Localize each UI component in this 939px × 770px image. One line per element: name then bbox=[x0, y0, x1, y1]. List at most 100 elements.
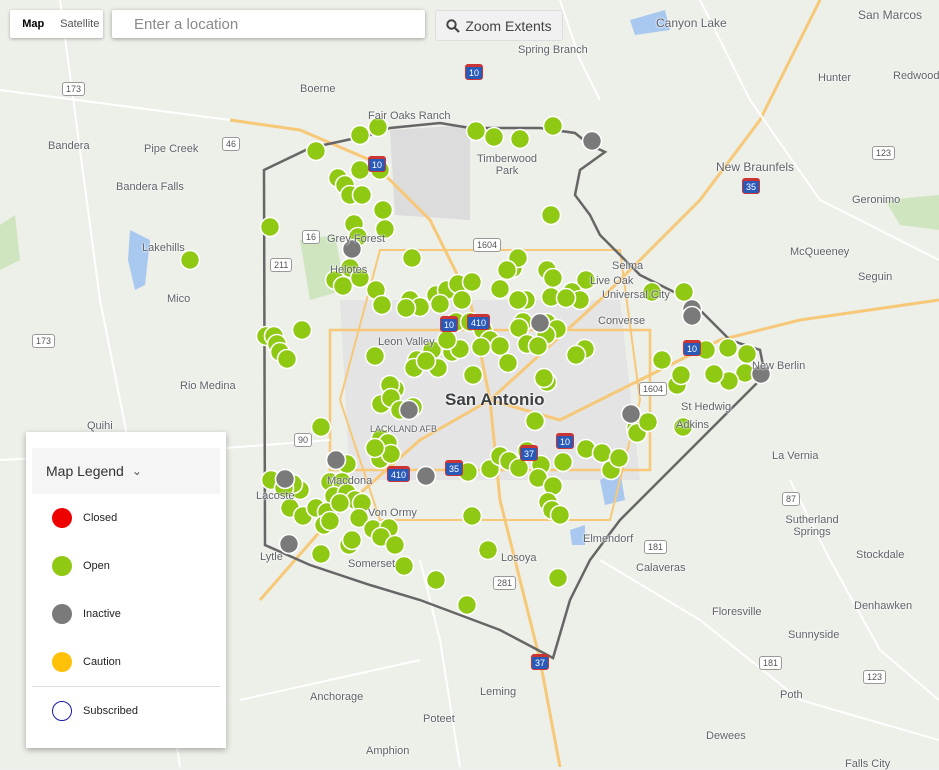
label-lakehills: Lakehills bbox=[142, 242, 185, 254]
open-site-marker[interactable] bbox=[527, 335, 549, 357]
interstate-shield-icon: 10 bbox=[683, 340, 702, 356]
label-canyon-lake: Canyon Lake bbox=[656, 16, 727, 30]
open-site-marker[interactable] bbox=[540, 204, 562, 226]
open-site-marker[interactable] bbox=[351, 184, 373, 206]
open-site-marker[interactable] bbox=[349, 124, 371, 146]
open-site-marker[interactable] bbox=[608, 447, 630, 469]
open-site-marker[interactable] bbox=[461, 505, 483, 527]
open-site-marker[interactable] bbox=[552, 451, 574, 473]
route-shield-icon: 173 bbox=[32, 334, 56, 348]
open-site-marker[interactable] bbox=[533, 367, 555, 389]
open-site-marker[interactable] bbox=[372, 199, 394, 221]
open-site-marker[interactable] bbox=[497, 352, 519, 374]
legend-item-inactive: Inactive bbox=[52, 604, 121, 624]
inactive-site-marker[interactable] bbox=[415, 465, 437, 487]
open-site-marker[interactable] bbox=[349, 159, 371, 181]
open-site-marker[interactable] bbox=[483, 126, 505, 148]
open-site-marker[interactable] bbox=[565, 344, 587, 366]
open-site-marker[interactable] bbox=[329, 492, 351, 514]
open-site-marker[interactable] bbox=[549, 504, 571, 526]
label-san-marcos: San Marcos bbox=[858, 8, 923, 22]
open-site-marker[interactable] bbox=[393, 555, 415, 577]
open-site-marker[interactable] bbox=[477, 539, 499, 561]
open-site-marker[interactable] bbox=[489, 335, 511, 357]
open-site-marker[interactable] bbox=[395, 297, 417, 319]
open-site-marker[interactable] bbox=[319, 510, 341, 532]
label-leming: Leming bbox=[480, 686, 517, 698]
open-site-marker[interactable] bbox=[489, 278, 511, 300]
open-site-marker[interactable] bbox=[542, 115, 564, 137]
location-search-input[interactable] bbox=[132, 14, 405, 34]
open-site-marker[interactable] bbox=[451, 289, 473, 311]
open-site-marker[interactable] bbox=[384, 534, 406, 556]
open-site-marker[interactable] bbox=[429, 293, 451, 315]
legend-item-label: Closed bbox=[83, 512, 118, 524]
open-site-marker[interactable] bbox=[524, 410, 546, 432]
route-shield-icon: 173 bbox=[62, 82, 86, 96]
label-amphion: Amphion bbox=[366, 745, 410, 757]
interstate-shield-icon: 10 bbox=[465, 64, 484, 80]
open-site-marker[interactable] bbox=[461, 271, 483, 293]
open-marker-icon bbox=[52, 556, 72, 576]
open-site-marker[interactable] bbox=[371, 294, 393, 316]
open-site-marker[interactable] bbox=[470, 336, 492, 358]
open-site-marker[interactable] bbox=[507, 289, 529, 311]
open-site-marker[interactable] bbox=[305, 140, 327, 162]
route-shield-icon: 1604 bbox=[473, 238, 502, 252]
open-site-marker[interactable] bbox=[462, 364, 484, 386]
open-site-marker[interactable] bbox=[415, 350, 437, 372]
open-site-marker[interactable] bbox=[542, 267, 564, 289]
open-site-marker[interactable] bbox=[456, 594, 478, 616]
open-site-marker[interactable] bbox=[547, 567, 569, 589]
label-lackland-afb: LACKLAND AFB bbox=[370, 424, 438, 434]
open-site-marker[interactable] bbox=[717, 337, 739, 359]
legend-item-open: Open bbox=[52, 556, 110, 576]
open-site-marker[interactable] bbox=[291, 319, 313, 341]
open-site-marker[interactable] bbox=[364, 345, 386, 367]
open-site-marker[interactable] bbox=[508, 457, 530, 479]
open-site-marker[interactable] bbox=[651, 349, 673, 371]
open-site-marker[interactable] bbox=[341, 529, 363, 551]
open-site-marker[interactable] bbox=[670, 364, 692, 386]
open-site-marker[interactable] bbox=[276, 348, 298, 370]
label-anchorage: Anchorage bbox=[310, 691, 364, 703]
route-shield-icon: 123 bbox=[863, 670, 887, 684]
zoom-extents-button[interactable]: Zoom Extents bbox=[435, 10, 563, 41]
map-type-map-button[interactable]: Map bbox=[10, 10, 57, 38]
label-poteet: Poteet bbox=[423, 713, 455, 725]
inactive-site-marker[interactable] bbox=[681, 305, 703, 327]
open-site-marker[interactable] bbox=[465, 120, 487, 142]
map-type-satellite-button[interactable]: Satellite bbox=[57, 10, 104, 38]
open-site-marker[interactable] bbox=[364, 437, 386, 459]
open-site-marker[interactable] bbox=[425, 569, 447, 591]
open-site-marker[interactable] bbox=[436, 329, 458, 351]
open-site-marker[interactable] bbox=[496, 259, 518, 281]
open-site-marker[interactable] bbox=[591, 442, 613, 464]
open-site-marker[interactable] bbox=[310, 543, 332, 565]
open-site-marker[interactable] bbox=[332, 275, 354, 297]
inactive-site-marker[interactable] bbox=[274, 468, 296, 490]
label-sutherland-springs: Sutherland Springs bbox=[785, 514, 839, 538]
open-site-marker[interactable] bbox=[703, 363, 725, 385]
legend-header[interactable]: Map Legend ⌄ bbox=[32, 448, 220, 494]
route-shield-icon: 211 bbox=[270, 258, 293, 272]
label-denhawken: Denhawken bbox=[854, 600, 913, 612]
inactive-site-marker[interactable] bbox=[398, 399, 420, 421]
label-new-berlin: New Berlin bbox=[752, 360, 806, 372]
inactive-site-marker[interactable] bbox=[325, 449, 347, 471]
open-site-marker[interactable] bbox=[401, 247, 423, 269]
label-falls-city: Falls City bbox=[845, 758, 891, 770]
open-site-marker[interactable] bbox=[555, 287, 577, 309]
inactive-site-marker[interactable] bbox=[529, 312, 551, 334]
route-shield-icon: 46 bbox=[222, 137, 241, 151]
open-site-marker[interactable] bbox=[673, 281, 695, 303]
label-seguin: Seguin bbox=[858, 271, 893, 283]
inactive-site-marker[interactable] bbox=[581, 130, 603, 152]
inactive-site-marker[interactable] bbox=[620, 403, 642, 425]
open-site-marker[interactable] bbox=[509, 128, 531, 150]
open-site-marker[interactable] bbox=[259, 216, 281, 238]
open-site-marker[interactable] bbox=[637, 411, 659, 433]
label-helotes: Helotes bbox=[330, 264, 368, 276]
open-site-marker[interactable] bbox=[310, 416, 332, 438]
interstate-shield-icon: 37 bbox=[531, 654, 550, 670]
